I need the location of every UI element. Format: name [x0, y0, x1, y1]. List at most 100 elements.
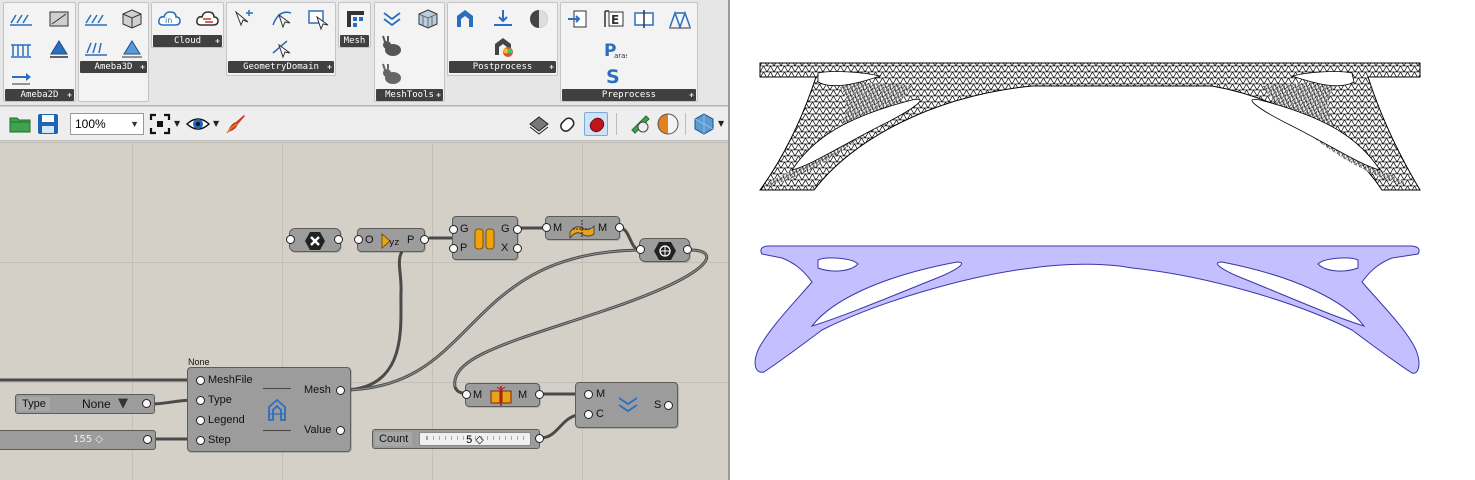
mesh-split-component[interactable]: M M — [462, 383, 544, 407]
cube-domain-icon[interactable] — [119, 7, 145, 31]
sphere-render-icon[interactable] — [526, 7, 552, 31]
curve-select-icon[interactable] — [269, 7, 295, 31]
open-file-icon[interactable] — [8, 112, 32, 136]
ribbon-tab-ameba3d[interactable]: Ameba3D ✚ — [80, 61, 147, 73]
truss-icon[interactable] — [667, 7, 693, 31]
preview-dropdown-icon[interactable]: ▼ — [213, 119, 219, 128]
boundary-select-icon[interactable] — [269, 37, 295, 61]
zoom-extents-dropdown-icon[interactable]: ▼ — [174, 119, 180, 128]
sketch-brush-icon[interactable] — [224, 112, 248, 136]
import-icon[interactable] — [565, 7, 591, 31]
clear-output-port[interactable] — [334, 235, 343, 244]
ribbon-tab-mesh[interactable]: Mesh — [340, 35, 369, 47]
material-sphere-icon[interactable] — [656, 112, 680, 136]
support-3d-icon[interactable] — [83, 7, 109, 31]
cloud-sync-icon[interactable] — [194, 7, 220, 31]
postprocess-component[interactable]: MeshFile Type Legend Step Mesh Value — [187, 367, 351, 452]
mesh-split-output-label: M — [518, 389, 528, 401]
design-domain-icon[interactable] — [46, 7, 72, 31]
count-slider-track[interactable]: 5 ◇ — [419, 432, 531, 446]
mesh-transform-component[interactable]: M M — [542, 216, 624, 240]
mesh-split-output-port[interactable] — [535, 390, 544, 399]
group-output-x-port[interactable] — [513, 244, 522, 253]
color-legend-icon[interactable] — [490, 35, 516, 59]
material-e-icon[interactable]: E — [601, 7, 627, 31]
load-3d-icon[interactable] — [83, 37, 109, 61]
deconstruct-input-port[interactable] — [354, 235, 363, 244]
ribbon-tab-cloud[interactable]: Cloud ✚ — [153, 35, 222, 47]
support-arrows-icon[interactable] — [8, 7, 34, 31]
group-input-g-port[interactable] — [449, 225, 458, 234]
subdivide-output-port[interactable] — [664, 401, 673, 410]
input-port-type[interactable] — [196, 396, 205, 405]
mesh-split-input-port[interactable] — [462, 390, 471, 399]
clear-component[interactable] — [286, 228, 343, 252]
parameters-icon[interactable]: Paras — [601, 37, 627, 61]
input-port-step[interactable] — [196, 436, 205, 445]
preview-wireframe-icon[interactable] — [527, 112, 551, 136]
output-port-value[interactable] — [336, 426, 345, 435]
dropdown-triangle-icon[interactable]: ▼ — [118, 396, 128, 411]
mesh-display-component[interactable] — [636, 238, 692, 262]
mesh-transform-input-label: M — [553, 222, 563, 234]
settings-s-icon[interactable]: S — [601, 63, 627, 87]
ribbon-tab-geometry[interactable]: GeometryDomain ✚ — [228, 61, 334, 73]
ribbon-tab-postprocess[interactable]: Postprocess ✚ — [449, 61, 556, 73]
save-file-icon[interactable] — [36, 112, 60, 136]
deconstruct-component[interactable]: O yz P — [354, 228, 429, 252]
gh-canvas[interactable]: None MeshFile Type Legend Step Mesh Valu… — [0, 142, 728, 480]
download-icon[interactable] — [490, 7, 516, 31]
ribbon-tab-preprocess[interactable]: Preprocess ✚ — [562, 89, 696, 101]
mesh-display-input-port[interactable] — [636, 245, 645, 254]
split-domain-icon[interactable] — [631, 7, 657, 31]
group-component[interactable]: G P G X — [449, 216, 522, 260]
ribbon-tab-ameba2d[interactable]: Ameba2D ✚ — [5, 89, 74, 101]
mesh-display-output-port[interactable] — [683, 245, 692, 254]
mesh-quality-icon[interactable] — [628, 112, 652, 136]
mesh-cube-icon[interactable] — [415, 7, 441, 31]
load-columns-icon[interactable] — [8, 37, 34, 61]
subdivide-input-c-port[interactable] — [584, 410, 593, 419]
input-label-step: Step — [208, 434, 231, 446]
subdivide-input-m-port[interactable] — [584, 390, 593, 399]
preview-eye-icon[interactable] — [186, 112, 210, 136]
mesh-transform-output-port[interactable] — [615, 223, 624, 232]
input-port-legend[interactable] — [196, 416, 205, 425]
fixed-3d-icon[interactable] — [119, 37, 145, 61]
preview-shaded-icon[interactable] — [556, 112, 580, 136]
display-mode-dropdown-icon[interactable]: ▼ — [718, 119, 724, 128]
bunny-smooth-icon[interactable] — [379, 35, 405, 59]
bunny-reduce-icon[interactable] — [379, 63, 405, 87]
type-value-list[interactable]: Type None ▼ — [15, 394, 155, 414]
toolbar-separator — [685, 113, 686, 135]
clear-input-port[interactable] — [286, 235, 295, 244]
point-load-icon[interactable] — [8, 65, 34, 89]
input-port-meshfile[interactable] — [196, 376, 205, 385]
svg-text:aras: aras — [614, 52, 627, 60]
chevron-double-down-icon[interactable] — [379, 7, 405, 31]
mesh-transform-input-port[interactable] — [542, 223, 551, 232]
group-input-p-port[interactable] — [449, 244, 458, 253]
cloud-upload-icon[interactable]: in — [156, 7, 182, 31]
point-select-icon[interactable] — [231, 7, 257, 31]
step-slider-output-port[interactable] — [143, 435, 152, 444]
count-slider-output-port[interactable] — [535, 434, 544, 443]
display-mode-icon[interactable] — [692, 112, 716, 136]
type-list-output-port[interactable] — [142, 399, 151, 408]
zoom-extents-icon[interactable] — [148, 112, 172, 136]
svg-text:S: S — [606, 66, 620, 87]
deconstruct-output-port[interactable] — [420, 235, 429, 244]
fixed-support-icon[interactable] — [46, 37, 72, 61]
output-port-mesh[interactable] — [336, 386, 345, 395]
region-select-icon[interactable] — [305, 7, 331, 31]
ribbon-tab-meshtools[interactable]: MeshTools ✚ — [376, 89, 443, 101]
group-output-g-port[interactable] — [513, 225, 522, 234]
preview-selected-icon[interactable] — [584, 112, 608, 136]
mesh-grid-icon[interactable] — [342, 7, 368, 31]
ribbon-group-ameba3d: Ameba3D ✚ — [78, 2, 149, 102]
step-slider[interactable]: 155 ◇ — [0, 430, 156, 450]
zoom-select[interactable]: 100% ▼ — [70, 113, 144, 135]
ameba-logo-icon[interactable] — [452, 7, 478, 31]
subdivide-component[interactable]: M C S — [575, 382, 678, 428]
count-slider[interactable]: Count 5 ◇ — [372, 429, 544, 449]
